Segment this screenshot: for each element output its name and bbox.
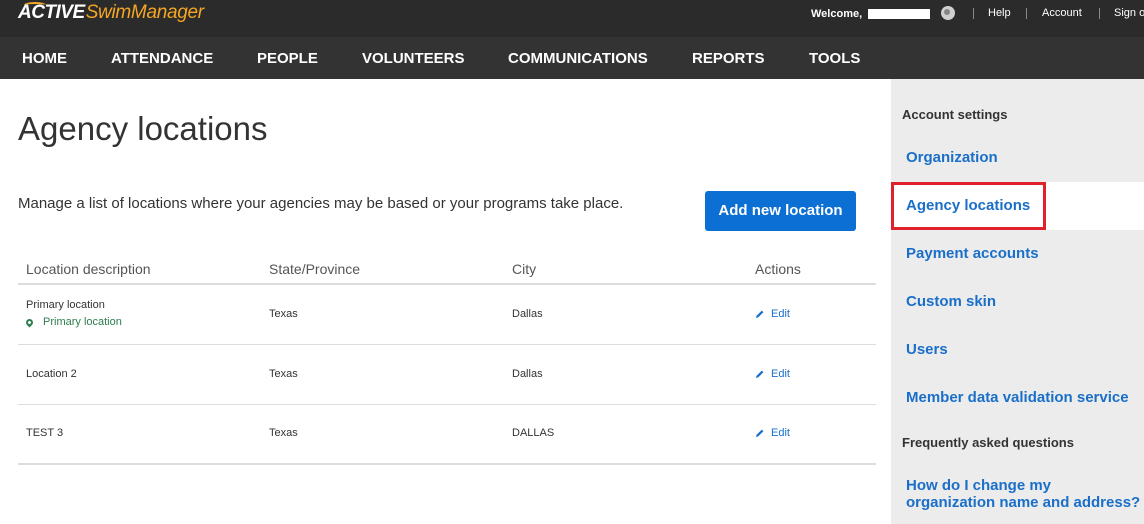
logo-swoosh-icon (24, 2, 46, 8)
nav-reports[interactable]: REPORTS (692, 50, 765, 67)
table-row: TEST 3 Texas DALLAS Edit (18, 405, 876, 465)
nav-attendance[interactable]: ATTENDANCE (111, 50, 213, 67)
globe-icon[interactable] (941, 6, 955, 20)
welcome-text: Welcome, (811, 8, 863, 20)
location-city: Dallas (512, 308, 543, 320)
sidebar-item-users[interactable]: Users (906, 341, 948, 358)
divider (973, 8, 974, 19)
redacted-username (868, 9, 930, 19)
location-city: Dallas (512, 368, 543, 380)
map-pin-icon (24, 317, 35, 327)
pencil-icon (756, 310, 764, 318)
edit-location-button[interactable]: Edit (755, 427, 790, 439)
pencil-icon (756, 429, 764, 437)
table-row: Primary location Primary location Texas … (18, 285, 876, 345)
location-city: DALLAS (512, 427, 555, 439)
sidebar-item-organization[interactable]: Organization (906, 149, 998, 166)
app-logo[interactable]: ACTIVE SwimManager (18, 2, 204, 26)
help-link[interactable]: Help (988, 7, 1011, 19)
logo-product-text: SwimManager (85, 2, 204, 23)
page-title: Agency locations (18, 110, 268, 147)
primary-location-tag: Primary location (24, 316, 122, 328)
divider (1026, 8, 1027, 19)
primary-location-label: Primary location (43, 316, 122, 328)
sidebar-item-member-data-validation[interactable]: Member data validation service (906, 389, 1129, 406)
faq-link-change-org-name[interactable]: How do I change my organization name and… (906, 477, 1142, 511)
column-header-state: State/Province (269, 261, 361, 277)
column-header-description: Location description (26, 261, 151, 277)
nav-volunteers[interactable]: VOLUNTEERS (362, 50, 465, 67)
account-settings-sidebar: Account settings Organization Agency loc… (891, 79, 1144, 524)
nav-home[interactable]: HOME (22, 50, 67, 67)
table-row: Location 2 Texas Dallas Edit (18, 345, 876, 405)
edit-label: Edit (771, 368, 790, 380)
pencil-icon (756, 370, 764, 378)
nav-communications[interactable]: COMMUNICATIONS (508, 50, 648, 67)
location-description: Location 2 (26, 368, 77, 380)
nav-tools[interactable]: TOOLS (809, 50, 860, 67)
edit-location-button[interactable]: Edit (755, 368, 790, 380)
account-link[interactable]: Account (1042, 7, 1082, 19)
edit-label: Edit (771, 308, 790, 320)
top-bar: ACTIVE SwimManager Welcome, Help Account… (0, 0, 1144, 37)
location-state: Texas (269, 308, 298, 320)
edit-label: Edit (771, 427, 790, 439)
location-state: Texas (269, 368, 298, 380)
add-new-location-button[interactable]: Add new location (705, 191, 856, 231)
edit-location-button[interactable]: Edit (755, 308, 790, 320)
sidebar-heading: Account settings (902, 107, 1008, 122)
location-state: Texas (269, 427, 298, 439)
location-description: Primary location (26, 299, 105, 311)
nav-people[interactable]: PEOPLE (257, 50, 318, 67)
column-header-actions: Actions (755, 261, 801, 277)
faq-heading: Frequently asked questions (902, 435, 1074, 450)
highlight-annotation (891, 182, 1046, 230)
sidebar-item-payment-accounts[interactable]: Payment accounts (906, 245, 1039, 262)
column-header-city: City (512, 261, 537, 277)
locations-table: Location description State/Province City… (18, 253, 876, 465)
table-header: Location description State/Province City… (18, 253, 876, 285)
divider (1099, 8, 1100, 19)
page-description: Manage a list of locations where your ag… (18, 195, 624, 212)
sign-out-link[interactable]: Sign o (1114, 7, 1144, 19)
main-nav: HOME ATTENDANCE PEOPLE VOLUNTEERS COMMUN… (0, 37, 1144, 79)
sidebar-item-custom-skin[interactable]: Custom skin (906, 293, 996, 310)
location-description: TEST 3 (26, 427, 64, 439)
